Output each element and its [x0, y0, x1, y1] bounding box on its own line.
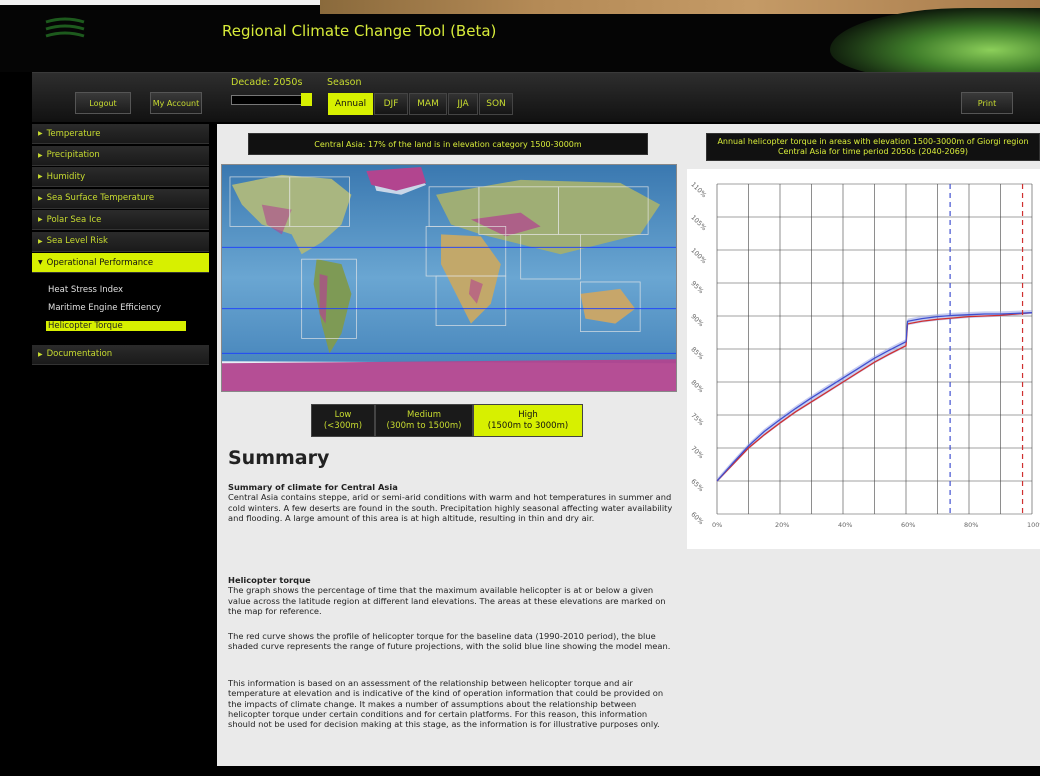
- caret-right-icon: ▶: [38, 194, 43, 202]
- sidebar-item-label: Operational Performance: [46, 257, 154, 268]
- helicopter-torque-text-2: The red curve shows the profile of helic…: [228, 631, 671, 652]
- caret-right-icon: ▶: [38, 237, 43, 245]
- y-tick-label: 60%: [689, 510, 705, 526]
- decade-slider[interactable]: [231, 95, 303, 105]
- sidebar-subitem-maritime-engine-efficiency[interactable]: Maritime Engine Efficiency: [32, 299, 209, 317]
- sidebar-item-label: Temperature: [46, 128, 101, 139]
- x-tick-label: 100%: [1027, 521, 1040, 529]
- x-tick-label: 60%: [901, 521, 915, 529]
- elevation-high-button[interactable]: High (1500m to 3000m): [473, 404, 583, 437]
- y-tick-label: 90%: [689, 312, 705, 328]
- elevation-low-button[interactable]: Low (<300m): [311, 404, 375, 437]
- header: Regional Climate Change Tool (Beta): [0, 0, 1040, 72]
- sidebar-sublist: Heat Stress Index Maritime Engine Effici…: [32, 275, 209, 345]
- footer-strip: [217, 766, 1040, 776]
- sidebar-item-operational-performance[interactable]: ▼ Operational Performance: [32, 253, 209, 273]
- helicopter-torque-title: Helicopter torque: [228, 575, 311, 585]
- sidebar-item-label: Humidity: [46, 171, 86, 182]
- chart-y-ticks: 110% 105% 100% 95% 90% 85% 80% 75% 70% 65% 60%: [689, 180, 708, 526]
- elevation-low-title: Low: [334, 409, 352, 420]
- caret-right-icon: ▶: [38, 216, 43, 223]
- y-tick-label: 110%: [689, 180, 708, 199]
- chart-grid: [716, 183, 1033, 515]
- logo-icon: [45, 17, 85, 38]
- helicopter-torque-text-3: This information is based on an assessme…: [228, 678, 664, 730]
- sidebar-item-temperature[interactable]: ▶ Temperature: [32, 124, 209, 144]
- y-tick-label: 95%: [689, 279, 705, 295]
- sidebar-item-label: Sea Level Risk: [46, 236, 108, 246]
- helicopter-torque-section: Helicopter torque The graph shows the pe…: [228, 575, 674, 616]
- sidebar-item-polar-sea-ice[interactable]: ▶ Polar Sea Ice: [32, 210, 209, 230]
- sidebar-item-label: Polar Sea Ice: [46, 214, 102, 225]
- summary-heading: Summary: [228, 447, 330, 469]
- y-tick-label: 100%: [689, 246, 708, 265]
- elevation-selector: Low (<300m) Medium (300m to 1500m) High …: [311, 404, 583, 437]
- tab-annual[interactable]: Annual: [328, 93, 373, 115]
- climate-summary-title: Summary of climate for Central Asia: [228, 482, 398, 492]
- sidebar-item-sea-surface-temperature[interactable]: ▶ Sea Surface Temperature: [32, 188, 209, 209]
- app-title: Regional Climate Change Tool (Beta): [222, 22, 497, 40]
- season-label: Season: [327, 77, 362, 88]
- sidebar-item-humidity[interactable]: ▶ Humidity: [32, 167, 209, 187]
- elevation-high-range: (1500m to 3000m): [487, 420, 569, 431]
- season-tabs: Annual DJF MAM JJA SON: [328, 93, 514, 115]
- my-account-button[interactable]: My Account: [150, 92, 202, 114]
- decade-label: Decade: 2050s: [231, 77, 303, 88]
- tab-jja[interactable]: JJA: [448, 93, 478, 115]
- toolbar: Logout My Account Decade: 2050s Season A…: [32, 72, 1040, 122]
- caret-right-icon: ▶: [38, 130, 43, 137]
- elevation-low-range: (<300m): [323, 420, 363, 431]
- world-map[interactable]: [221, 164, 677, 392]
- tab-son[interactable]: SON: [479, 93, 513, 115]
- earth-image: [830, 8, 1040, 72]
- caret-down-icon: ▼: [38, 259, 43, 266]
- sidebar-subitem-label: Maritime Engine Efficiency: [48, 302, 162, 313]
- elevation-high-title: High: [518, 409, 538, 420]
- sidebar-subitem-helicopter-torque[interactable]: Helicopter Torque: [32, 317, 209, 335]
- map-caption: Central Asia: 17% of the land is in elev…: [248, 133, 648, 155]
- header-top-band: [0, 0, 320, 5]
- x-tick-label: 80%: [964, 521, 978, 529]
- tab-mam[interactable]: MAM: [409, 93, 447, 115]
- logout-button[interactable]: Logout: [75, 92, 131, 114]
- sidebar-item-precipitation[interactable]: ▶ Precipitation: [32, 145, 209, 166]
- climate-summary-text: Central Asia contains steppe, arid or se…: [228, 492, 673, 523]
- sidebar-item-label: Documentation: [46, 349, 113, 359]
- x-tick-label: 40%: [838, 521, 852, 529]
- sidebar: ▶ Temperature ▶ Precipitation ▶ Humidity ▶ S…: [32, 124, 209, 776]
- caret-right-icon: ▶: [38, 151, 43, 159]
- elevation-medium-button[interactable]: Medium (300m to 1500m): [375, 404, 473, 437]
- y-tick-label: 65%: [689, 477, 705, 493]
- chart-x-ticks: 0% 20% 40% 60% 80% 100%: [712, 521, 1040, 529]
- y-tick-label: 105%: [689, 213, 708, 232]
- caret-right-icon: ▶: [38, 350, 43, 358]
- elevation-medium-title: Medium: [407, 409, 441, 420]
- y-tick-label: 80%: [689, 378, 705, 394]
- chart-caption: Annual helicopter torque in areas with e…: [706, 133, 1040, 161]
- main-panel: Central Asia: 17% of the land is in elev…: [217, 124, 1040, 766]
- climate-summary: Summary of climate for Central Asia Cent…: [228, 482, 674, 523]
- helicopter-torque-text-1: The graph shows the percentage of time t…: [228, 585, 666, 616]
- caret-right-icon: ▶: [38, 173, 43, 180]
- app-window: Regional Climate Change Tool (Beta) Logo…: [0, 0, 1040, 776]
- y-tick-label: 70%: [689, 444, 705, 460]
- elevation-medium-range: (300m to 1500m): [386, 420, 462, 431]
- sidebar-subitem-label: Heat Stress Index: [48, 284, 124, 295]
- print-button[interactable]: Print: [961, 92, 1013, 114]
- sidebar-item-label: Precipitation: [46, 150, 100, 160]
- x-tick-label: 0%: [712, 521, 722, 529]
- helicopter-torque-chart[interactable]: 110% 105% 100% 95% 90% 85% 80% 75% 70% 65% 60% 0% 2…: [687, 169, 1040, 549]
- sidebar-subitem-heat-stress-index[interactable]: Heat Stress Index: [32, 281, 209, 299]
- decade-slider-handle[interactable]: [301, 93, 312, 106]
- sidebar-item-sea-level-risk[interactable]: ▶ Sea Level Risk: [32, 231, 209, 252]
- sidebar-subitem-label: Helicopter Torque: [46, 320, 186, 331]
- y-tick-label: 85%: [689, 345, 705, 361]
- x-tick-label: 20%: [775, 521, 789, 529]
- y-tick-label: 75%: [689, 411, 705, 427]
- sidebar-item-documentation[interactable]: ▶ Documentation: [32, 344, 209, 365]
- tab-djf[interactable]: DJF: [374, 93, 408, 115]
- sidebar-item-label: Sea Surface Temperature: [46, 193, 155, 203]
